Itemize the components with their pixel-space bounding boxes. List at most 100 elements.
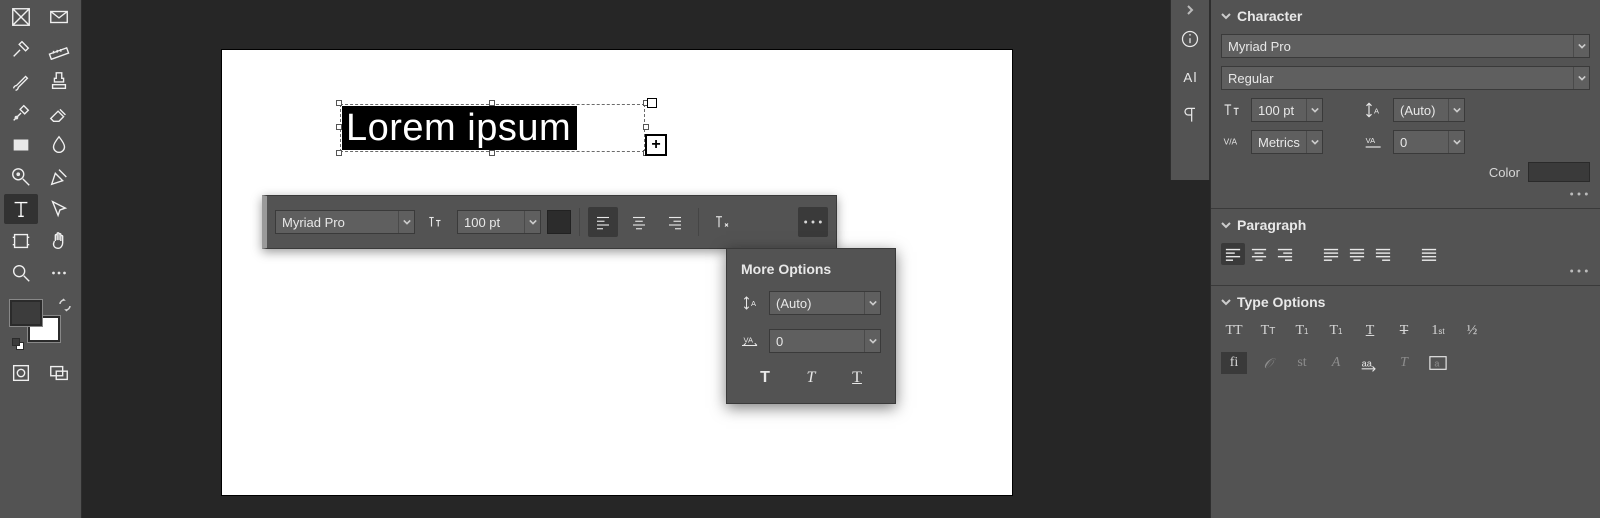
superscript-button[interactable]: T1 [1289, 320, 1315, 342]
handle-ml[interactable] [336, 124, 342, 130]
paragraph-panel-menu[interactable] [1221, 267, 1590, 275]
type-control-bar[interactable]: Myriad Pro 100 pt [262, 195, 837, 249]
char-leading-dropdown[interactable]: (Auto) [1393, 98, 1465, 122]
handle-mb[interactable] [489, 150, 495, 156]
toolbox [0, 0, 82, 518]
measure-tool[interactable] [42, 34, 76, 64]
tracking-dropdown[interactable]: 0 [769, 329, 881, 353]
tool-frame[interactable] [4, 2, 38, 32]
out-port-top[interactable] [647, 98, 657, 108]
tool-envelope-icon[interactable] [42, 2, 76, 32]
healing-brush-tool[interactable] [4, 98, 38, 128]
rectangle-tool[interactable] [4, 130, 38, 160]
type-tool[interactable] [4, 194, 38, 224]
handle-mt[interactable] [489, 100, 495, 106]
chevron-down-icon [1448, 99, 1464, 121]
char-color-chip[interactable] [1528, 162, 1590, 182]
hand-tool[interactable] [42, 226, 76, 256]
font-family-dropdown[interactable]: Myriad Pro [275, 210, 415, 234]
brush-tool[interactable] [4, 66, 38, 96]
blur-tool[interactable] [42, 130, 76, 160]
dodge-tool[interactable] [4, 162, 38, 192]
default-colors-icon[interactable] [12, 338, 26, 352]
expand-dock-icon[interactable] [1171, 4, 1209, 16]
char-kerning-dropdown[interactable]: Metrics [1251, 130, 1323, 154]
char-font-size-dropdown[interactable]: 100 pt [1251, 98, 1323, 122]
svg-text:A: A [1183, 70, 1192, 85]
bold-button[interactable]: T [754, 367, 776, 389]
stylistic-alt-button[interactable]: aa [1357, 352, 1383, 374]
para-justify-right[interactable] [1371, 243, 1395, 265]
zoom-tool[interactable] [4, 258, 38, 288]
align-right-button[interactable] [660, 207, 690, 237]
para-justify-all[interactable] [1417, 243, 1441, 265]
char-tracking-dropdown[interactable]: 0 [1393, 130, 1465, 154]
eraser-tool[interactable] [42, 98, 76, 128]
para-align-left[interactable] [1221, 243, 1245, 265]
quickmask-tool[interactable] [4, 358, 38, 388]
discretionary-ligatures-button[interactable]: 𝒪 [1255, 352, 1281, 374]
out-port-plus[interactable]: + [645, 134, 667, 156]
titling-alt-button[interactable]: T [1391, 352, 1417, 374]
leading-icon: A [741, 293, 761, 313]
chevron-down-icon [1306, 131, 1322, 153]
swash-button[interactable]: A [1323, 352, 1349, 374]
char-font-style-dropdown[interactable]: Regular [1221, 66, 1590, 90]
character-panel: Character Myriad Pro Regular 100 pt A (A… [1211, 0, 1600, 209]
artboard[interactable]: Lorem ipsum + Myriad Pro 100 pt [222, 50, 1012, 495]
pen-tool[interactable] [42, 162, 76, 192]
color-swatches[interactable] [10, 300, 70, 348]
fractions-button[interactable]: ½ [1459, 320, 1485, 342]
text-color-chip[interactable] [547, 210, 571, 234]
underline-button[interactable]: T [846, 367, 868, 389]
artboard-tool[interactable] [4, 226, 38, 256]
underline-button[interactable]: T [1357, 320, 1383, 342]
screenmode-tool[interactable] [42, 358, 76, 388]
handle-bl[interactable] [336, 150, 342, 156]
para-align-center[interactable] [1247, 243, 1271, 265]
align-center-button[interactable] [624, 207, 654, 237]
para-align-right[interactable] [1273, 243, 1297, 265]
swap-colors-icon[interactable] [58, 298, 72, 312]
paragraph-panel-icon[interactable] [1175, 100, 1205, 130]
para-justify-center[interactable] [1345, 243, 1369, 265]
italic-button[interactable]: T [800, 367, 822, 389]
text-frame[interactable]: Lorem ipsum + [340, 104, 645, 152]
font-size-dropdown[interactable]: 100 pt [457, 210, 541, 234]
strikethrough-button[interactable]: T [1391, 320, 1417, 342]
handle-mr[interactable] [643, 124, 649, 130]
stamp-tool[interactable] [42, 66, 76, 96]
foreground-swatch[interactable] [10, 300, 42, 326]
direct-selection-tool[interactable] [42, 194, 76, 224]
standard-ligatures-button[interactable]: st [1289, 352, 1315, 374]
align-left-button[interactable] [588, 207, 618, 237]
contextual-alt-button[interactable]: a [1425, 352, 1451, 374]
character-panel-icon[interactable]: A [1175, 62, 1205, 92]
chevron-down-icon [1573, 35, 1589, 57]
sample-text[interactable]: Lorem ipsum [342, 107, 571, 149]
toolbox-more-icon[interactable] [42, 258, 76, 288]
subscript-button[interactable]: T1 [1323, 320, 1349, 342]
info-panel-icon[interactable] [1175, 24, 1205, 54]
character-panel-menu[interactable] [1221, 190, 1590, 198]
paragraph-panel-header[interactable]: Paragraph [1221, 217, 1590, 233]
para-justify-left[interactable] [1319, 243, 1343, 265]
character-panel-header[interactable]: Character [1221, 8, 1590, 24]
chevron-down-icon [1573, 67, 1589, 89]
svg-text:VA: VA [1366, 136, 1375, 145]
more-options-button[interactable] [798, 207, 828, 237]
eyedropper-tool[interactable] [4, 34, 38, 64]
chevron-down-icon [1448, 131, 1464, 153]
all-caps-button[interactable]: TT [1221, 320, 1247, 342]
clear-overrides-button[interactable] [707, 207, 737, 237]
tracking-value: 0 [770, 334, 789, 349]
type-options-panel-header[interactable]: Type Options [1221, 294, 1590, 310]
tracking-icon: VA [741, 331, 761, 351]
char-font-family-dropdown[interactable]: Myriad Pro [1221, 34, 1590, 58]
type-options-panel: Type Options TT TT T1 T1 T T 1st ½ fi 𝒪 … [1211, 286, 1600, 394]
small-caps-button[interactable]: TT [1255, 320, 1281, 342]
ordinal-button[interactable]: 1st [1425, 320, 1451, 342]
ligatures-button[interactable]: fi [1221, 352, 1247, 374]
leading-dropdown[interactable]: (Auto) [769, 291, 881, 315]
handle-tl[interactable] [336, 100, 342, 106]
